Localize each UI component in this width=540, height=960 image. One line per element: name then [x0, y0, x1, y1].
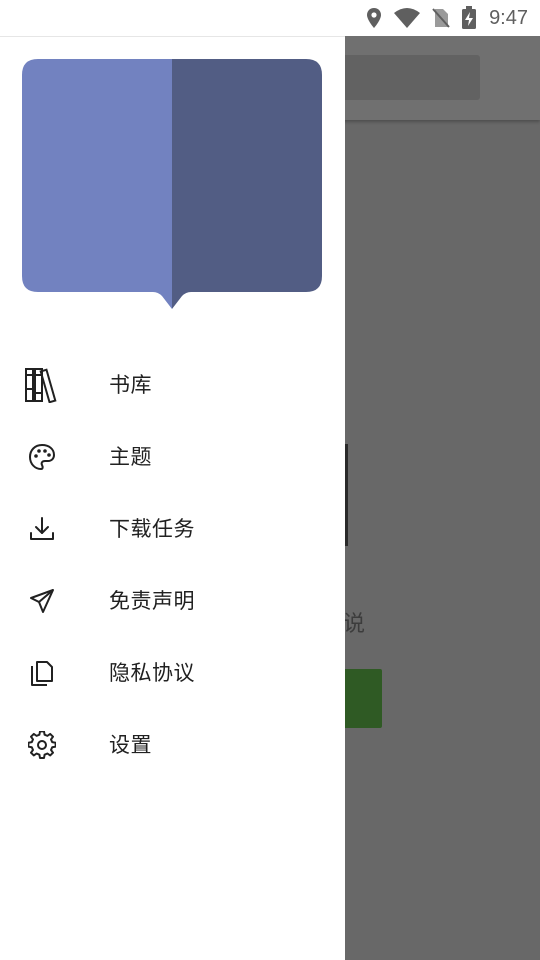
battery-charging-icon: [461, 6, 477, 30]
library-icon: [24, 367, 60, 403]
open-book-icon: [22, 59, 322, 311]
drawer-item-library[interactable]: 书库: [0, 349, 345, 421]
no-sim-icon: [431, 7, 451, 29]
drawer-item-theme[interactable]: 主题: [0, 421, 345, 493]
navigation-drawer: 书库 主题 下载任务 免责声明 隐私协议 设置: [0, 36, 345, 960]
palette-icon: [24, 439, 60, 475]
drawer-item-label: 隐私协议: [109, 661, 195, 685]
drawer-item-label: 下载任务: [109, 517, 195, 541]
status-bar: 9:47: [0, 0, 540, 36]
drawer-item-disclaimer[interactable]: 免责声明: [0, 565, 345, 637]
status-icons: 9:47: [365, 0, 528, 36]
settings-gear-icon: [24, 727, 60, 763]
download-icon: [24, 511, 60, 547]
drawer-item-label: 书库: [109, 373, 152, 397]
location-icon: [365, 7, 383, 29]
drawer-item-label: 设置: [109, 733, 152, 757]
drawer-item-label: 免责声明: [109, 589, 195, 613]
status-time: 9:47: [489, 6, 528, 29]
paper-plane-icon: [24, 583, 60, 619]
drawer-menu: 书库 主题 下载任务 免责声明 隐私协议 设置: [0, 349, 345, 781]
drawer-item-label: 主题: [109, 445, 152, 469]
drawer-item-privacy[interactable]: 隐私协议: [0, 637, 345, 709]
background-partial-text: 说: [343, 612, 366, 637]
copy-document-icon: [24, 655, 60, 691]
drawer-item-settings[interactable]: 设置: [0, 709, 345, 781]
background-divider: [345, 444, 348, 546]
wifi-icon: [393, 7, 421, 29]
drawer-item-downloads[interactable]: 下载任务: [0, 493, 345, 565]
